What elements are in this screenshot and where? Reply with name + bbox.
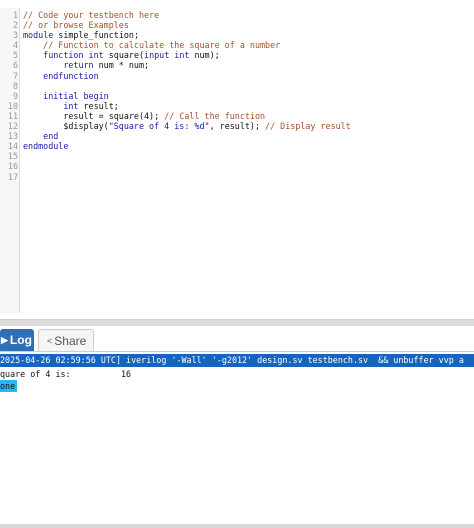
line-number: 9: [12, 90, 18, 101]
code-line[interactable]: 15: [0, 151, 474, 161]
code-line[interactable]: 3 module simple_function;: [0, 30, 474, 40]
line-text: endmodule: [20, 141, 68, 151]
line-text: [20, 161, 23, 171]
tab-share[interactable]: < Share: [38, 329, 94, 351]
code-token: endfunction: [23, 70, 99, 81]
code-token: square(: [103, 50, 145, 61]
line-number: 8: [12, 80, 18, 91]
line-text: // Code your testbench here: [20, 10, 159, 20]
tab-log[interactable]: ▶ Log: [0, 329, 34, 351]
line-number: 1: [12, 10, 18, 20]
code-token: int: [23, 100, 79, 111]
line-number: 16: [7, 161, 18, 172]
line-text: return num * num;: [20, 60, 149, 70]
code-line[interactable]: 16: [0, 161, 474, 171]
line-number: 15: [7, 151, 18, 162]
line-number: 17: [7, 171, 18, 182]
line-text: // Function to calculate the square of a…: [20, 40, 280, 50]
log-done-line: one: [0, 380, 18, 392]
play-icon: ▶: [1, 334, 8, 345]
code-token: end: [23, 131, 59, 142]
line-number: 13: [7, 131, 18, 142]
code-line[interactable]: 1 // Code your testbench here: [0, 10, 474, 20]
code-token: endmodule: [23, 141, 69, 152]
line-number: 3: [12, 30, 18, 41]
code-line[interactable]: 9 initial begin: [0, 91, 474, 101]
line-number: 12: [7, 121, 18, 132]
line-text: module simple_function;: [20, 30, 139, 40]
line-text: [20, 151, 23, 161]
code-line[interactable]: 7 endfunction: [0, 71, 474, 81]
line-text: function int square(input int num);: [20, 50, 220, 60]
tab-share-label: Share: [54, 333, 87, 348]
code-line[interactable]: 11 result = square(4); // Call the funct…: [0, 111, 474, 121]
line-number: 7: [12, 70, 18, 81]
code-token: result;: [78, 100, 119, 111]
code-token: function int: [23, 50, 104, 61]
line-number: 11: [7, 110, 18, 121]
log-command-line: 2025-04-26 02:59:56 UTC] iverilog '-Wall…: [0, 354, 474, 367]
code-token: result = square(4);: [23, 110, 165, 121]
line-text: result = square(4); // Call the function: [20, 111, 265, 121]
line-number: 14: [7, 141, 18, 152]
code-token: simple_function;: [53, 30, 139, 41]
code-token: // Function to calculate the square of a…: [23, 40, 281, 51]
code-token: // Display result: [265, 121, 351, 132]
code-line[interactable]: 8: [0, 81, 474, 91]
line-text: endfunction: [20, 70, 99, 81]
line-number: 4: [12, 40, 18, 51]
line-number: 10: [7, 100, 18, 111]
line-text: $display("Square of 4 is: %d", result); …: [20, 121, 351, 132]
code-line[interactable]: 2// or browse Examples: [0, 20, 474, 30]
log-output: 2025-04-26 02:59:56 UTC] iverilog '-Wall…: [0, 352, 474, 524]
line-text: initial begin: [20, 91, 109, 101]
line-text: [20, 81, 23, 91]
line-number: 2: [12, 20, 18, 31]
share-icon: <: [47, 335, 53, 346]
code-line[interactable]: 12 $display("Square of 4 is: %d", result…: [0, 121, 474, 131]
code-line[interactable]: 17: [0, 172, 474, 182]
line-text: end: [20, 131, 58, 141]
code-token: num * num;: [93, 60, 150, 71]
code-token: return: [23, 60, 94, 71]
code-line[interactable]: 6 return num * num;: [0, 60, 474, 70]
bottom-border: [0, 524, 474, 528]
code-token: module: [23, 30, 54, 41]
line-number: 6: [12, 60, 18, 71]
code-token: // Call the function: [164, 110, 266, 121]
code-area[interactable]: 1// Code your testbench here 2// or brows…: [0, 10, 474, 182]
code-line[interactable]: 13 end: [0, 131, 474, 141]
line-text: // or browse Examples: [20, 20, 129, 30]
output-tab-bar: ▶ Log < Share: [0, 326, 474, 352]
code-token: // Code your testbench here: [23, 10, 160, 20]
tab-log-label: Log: [9, 333, 32, 347]
code-token: // or browse Examples: [23, 20, 129, 31]
code-line[interactable]: 4 // Function to calculate the square of…: [0, 40, 474, 50]
code-line[interactable]: 10 int result;: [0, 101, 474, 111]
line-text: [20, 172, 23, 182]
log-output-line: quare of 4 is: 16: [0, 369, 132, 379]
code-line[interactable]: 5 function int square(input int num);: [0, 50, 474, 60]
code-token: initial begin: [23, 90, 109, 101]
code-line[interactable]: 14 endmodule: [0, 141, 474, 151]
line-text: int result;: [20, 100, 119, 111]
code-token: "Square of 4 is: %d": [108, 121, 210, 132]
code-token: $display(: [23, 121, 109, 132]
code-token: num);: [189, 50, 220, 61]
line-number: 5: [12, 50, 18, 61]
code-token: input int: [144, 50, 190, 61]
code-editor[interactable]: 1// Code your testbench here 2// or brows…: [0, 0, 474, 320]
code-token: , result);: [209, 121, 266, 132]
